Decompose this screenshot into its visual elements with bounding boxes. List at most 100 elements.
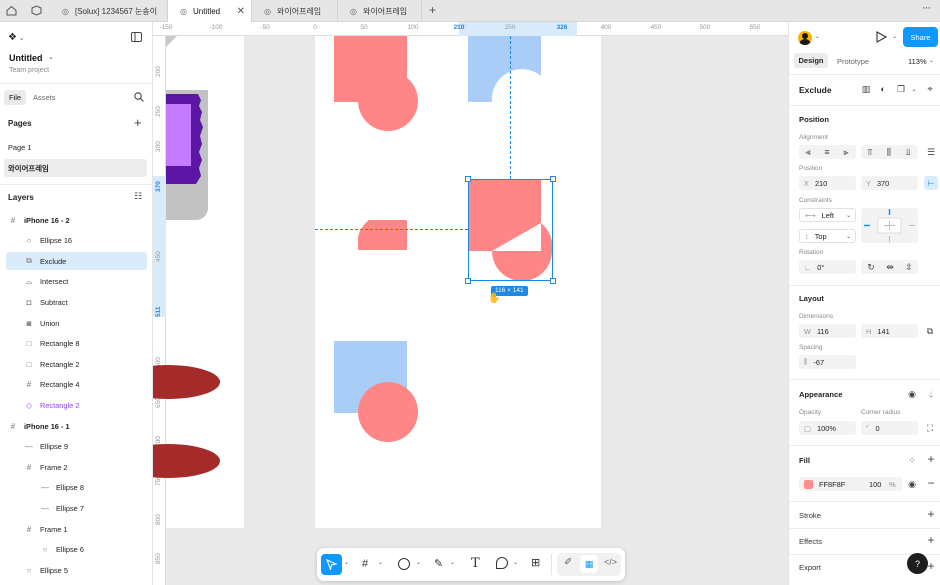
layer-item[interactable]: □ Rectangle 2: [0, 355, 153, 373]
layer-item[interactable]: ○ Ellipse 6: [0, 541, 153, 559]
add-page-icon[interactable]: +: [134, 115, 142, 130]
actions-icon[interactable]: ⊞: [531, 556, 540, 569]
x-field[interactable]: X 210: [799, 176, 856, 190]
layer-item[interactable]: ⌓ Intersect: [0, 273, 153, 291]
union-shape[interactable]: [334, 36, 419, 132]
layer-item[interactable]: — Ellipse 9: [0, 438, 153, 456]
text-tool-icon[interactable]: T: [471, 556, 480, 571]
dev-mode-icon[interactable]: </>: [604, 557, 617, 567]
frame-tool-icon[interactable]: #: [362, 558, 368, 570]
layer-item[interactable]: ◙ Union: [0, 314, 153, 332]
align-middle-icon[interactable]: ⫼: [883, 147, 895, 157]
independent-corners-icon[interactable]: ⛶: [925, 423, 935, 433]
align-bottom-icon[interactable]: ⫫: [902, 147, 914, 157]
spacing-field[interactable]: ⫼ -67: [799, 355, 856, 369]
constraints-toggle-icon[interactable]: ⊢: [924, 176, 938, 190]
search-icon[interactable]: [134, 92, 144, 102]
remove-fill-icon[interactable]: −: [925, 476, 937, 490]
main-menu-icon[interactable]: ❖ ⌄: [8, 32, 28, 44]
chevron-down-icon[interactable]: ⌄: [911, 84, 917, 94]
subtract-shape[interactable]: [468, 36, 541, 102]
intersect-shape[interactable]: [358, 220, 408, 250]
chevron-down-icon[interactable]: ⌄: [378, 559, 383, 566]
layer-item[interactable]: — Ellipse 7: [0, 499, 153, 517]
tab-wireframe-1[interactable]: ◎ 와이어프레임: [252, 0, 338, 22]
boolean-icon[interactable]: ▥: [861, 84, 871, 94]
chevron-down-icon[interactable]: ⌄: [929, 57, 934, 64]
vertical-constraint-select[interactable]: ↕ Top ⌄: [799, 229, 856, 243]
chevron-down-icon[interactable]: ⌄: [513, 559, 518, 566]
distribute-icon[interactable]: ☰: [926, 147, 936, 157]
layers-options-icon[interactable]: ☷: [134, 191, 142, 202]
resize-to-fit-icon[interactable]: ⧉: [925, 326, 935, 336]
close-icon[interactable]: ✕: [237, 6, 245, 17]
eye-icon[interactable]: ◉: [906, 389, 918, 399]
new-tab-icon[interactable]: +: [429, 3, 436, 17]
more-icon[interactable]: ···: [922, 2, 931, 14]
layer-item[interactable]: # Frame 2: [0, 458, 153, 476]
tab-solux[interactable]: ◎ [Solux] 1234567 눈송이: [50, 0, 168, 22]
layer-item[interactable]: ○ Ellipse 16: [0, 232, 153, 250]
rotation-field[interactable]: ∟ 0°: [799, 260, 856, 274]
help-button[interactable]: ?: [907, 553, 928, 574]
page-item-active[interactable]: 와이어프레임: [4, 159, 147, 177]
share-button[interactable]: Share: [903, 27, 938, 47]
canvas[interactable]: -150 -100 -50 0 50 100 150 210 250 326 400 450 500 55…: [153, 22, 788, 585]
layer-item[interactable]: # iPhone 16 - 1: [0, 417, 153, 435]
play-icon[interactable]: [875, 31, 887, 43]
layer-item[interactable]: — Ellipse 8: [0, 479, 153, 497]
comment-tool-icon[interactable]: [496, 557, 508, 569]
layer-item[interactable]: ◘ Subtract: [0, 293, 153, 311]
add-effect-icon[interactable]: +: [925, 533, 937, 547]
flip-vertical-icon[interactable]: ⇳: [903, 262, 915, 272]
rotate-icon[interactable]: ↻: [865, 262, 877, 272]
constraint-widget[interactable]: [861, 208, 918, 243]
file-name[interactable]: Untitled: [9, 53, 43, 63]
pen-tool-icon[interactable]: ✎: [434, 557, 443, 570]
chevron-down-icon[interactable]: ⌄: [892, 33, 897, 40]
layer-item[interactable]: # iPhone 16 - 2: [0, 211, 153, 229]
tab-design[interactable]: Design: [794, 53, 828, 68]
layer-item[interactable]: ○ Ellipse 5: [0, 561, 153, 579]
move-tool-button[interactable]: [321, 554, 342, 575]
ellipse-pink[interactable]: [358, 382, 418, 442]
add-stroke-icon[interactable]: +: [925, 507, 937, 521]
component-icon[interactable]: ⌖: [925, 84, 935, 94]
chevron-down-icon[interactable]: ⌄: [450, 559, 455, 566]
fill-swatch[interactable]: [804, 479, 813, 489]
flip-horizontal-icon[interactable]: ⇹: [884, 262, 896, 272]
resize-handle[interactable]: [550, 278, 556, 284]
resize-handle[interactable]: [465, 278, 471, 284]
align-left-icon[interactable]: ⫷: [802, 147, 814, 157]
layer-name[interactable]: Exclude: [799, 85, 832, 95]
styles-icon[interactable]: ⁘: [906, 455, 918, 465]
tab-file[interactable]: File: [4, 90, 26, 105]
add-fill-icon[interactable]: +: [925, 452, 937, 466]
home-icon[interactable]: [6, 5, 17, 16]
chevron-down-icon[interactable]: ⌄: [344, 559, 349, 566]
width-field[interactable]: W 116: [799, 324, 856, 338]
layer-item[interactable]: ⧉ Exclude: [6, 252, 147, 271]
opacity-field[interactable]: ▢ 100%: [799, 421, 856, 435]
tab-assets[interactable]: Assets: [33, 93, 56, 102]
eye-icon[interactable]: ◉: [906, 479, 918, 489]
align-right-icon[interactable]: ⫸: [840, 147, 852, 157]
tab-prototype[interactable]: Prototype: [837, 57, 869, 66]
selection-box[interactable]: [468, 179, 553, 281]
page-item[interactable]: Page 1: [0, 138, 153, 156]
align-center-icon[interactable]: ≡: [821, 147, 833, 157]
chevron-down-icon[interactable]: ⌄: [815, 33, 820, 40]
avatar[interactable]: [798, 31, 812, 45]
layers-stack-icon[interactable]: ❐: [896, 84, 906, 94]
purple-shape[interactable]: [166, 94, 204, 184]
ellipse-tool-icon[interactable]: [398, 558, 410, 570]
corner-radius-field[interactable]: ⌜ 0: [861, 421, 918, 435]
height-field[interactable]: H 141: [861, 324, 918, 338]
layer-item[interactable]: □ Rectangle 8: [0, 335, 153, 353]
layer-item[interactable]: ◇ Rectangle 2: [0, 396, 153, 414]
layer-item[interactable]: # Frame 1: [0, 520, 153, 538]
chevron-down-icon[interactable]: ⌄: [48, 53, 54, 61]
design-mode-icon[interactable]: ▦: [580, 555, 598, 573]
tab-untitled[interactable]: ◎ Untitled ✕: [168, 0, 252, 22]
align-top-icon[interactable]: ⫪: [864, 147, 876, 157]
